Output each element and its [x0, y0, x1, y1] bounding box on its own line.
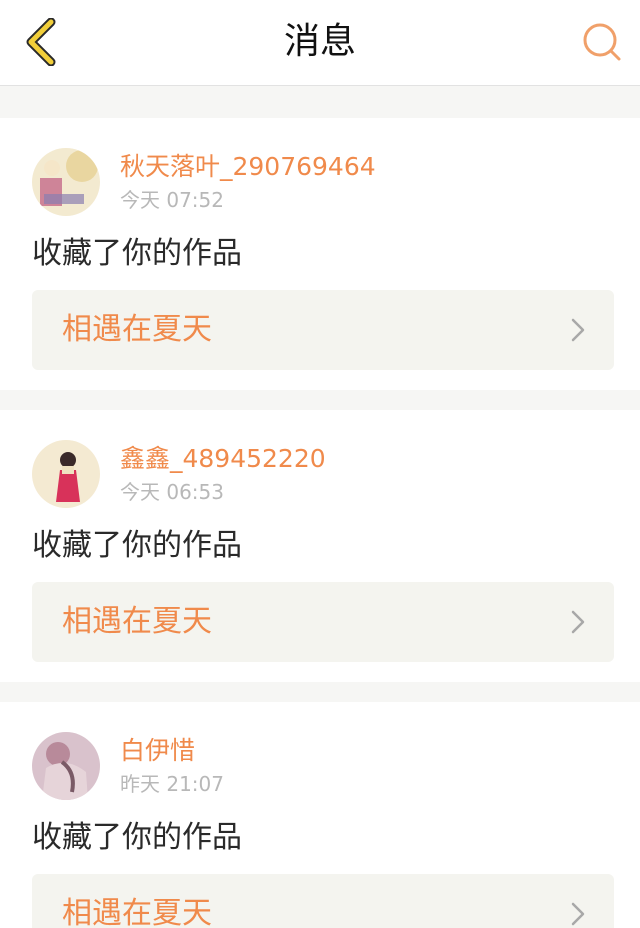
action-text: 收藏了你的作品 — [32, 528, 242, 563]
message-card: 秋天落叶_290769464 今天 07:52 收藏了你的作品 相遇在夏天 — [0, 118, 640, 390]
search-icon — [583, 23, 621, 61]
chevron-right-icon — [571, 610, 585, 634]
timestamp: 今天 06:53 — [120, 480, 224, 504]
user-name-link[interactable]: 白伊惜 — [120, 736, 195, 766]
action-text: 收藏了你的作品 — [32, 236, 242, 271]
user-name-link[interactable]: 秋天落叶_290769464 — [120, 152, 376, 182]
chevron-right-icon — [571, 902, 585, 926]
action-text: 收藏了你的作品 — [32, 820, 242, 855]
chevron-right-icon — [571, 318, 585, 342]
avatar[interactable] — [32, 148, 100, 216]
work-link[interactable]: 相遇在夏天 — [32, 290, 614, 370]
work-title: 相遇在夏天 — [62, 896, 212, 928]
nav-bar: 消息 — [0, 0, 640, 86]
work-link[interactable]: 相遇在夏天 — [32, 874, 614, 928]
back-arrow-icon — [26, 18, 56, 66]
app-screen: 消息 秋天落叶_290769464 今天 07:52 收藏了你的作品 相遇在夏天… — [0, 0, 640, 928]
avatar-image — [32, 440, 100, 508]
avatar[interactable] — [32, 732, 100, 800]
work-title: 相遇在夏天 — [62, 604, 212, 639]
avatar[interactable] — [32, 440, 100, 508]
message-card: 白伊惜 昨天 21:07 收藏了你的作品 相遇在夏天 — [0, 702, 640, 928]
card-divider — [0, 682, 640, 702]
work-link[interactable]: 相遇在夏天 — [32, 582, 614, 662]
message-list: 秋天落叶_290769464 今天 07:52 收藏了你的作品 相遇在夏天 鑫鑫… — [0, 86, 640, 928]
page-title-text: 消息 — [283, 21, 356, 62]
timestamp: 今天 07:52 — [120, 188, 224, 212]
list-top-spacer — [0, 86, 640, 118]
avatar-image — [32, 148, 100, 216]
page-title: 消息 — [0, 18, 640, 66]
avatar-image — [32, 732, 100, 800]
card-divider — [0, 390, 640, 410]
back-button[interactable] — [16, 14, 66, 70]
user-name-link[interactable]: 鑫鑫_489452220 — [120, 444, 326, 474]
work-title: 相遇在夏天 — [62, 312, 212, 347]
search-button[interactable] — [576, 16, 628, 68]
timestamp: 昨天 21:07 — [120, 772, 224, 796]
message-card: 鑫鑫_489452220 今天 06:53 收藏了你的作品 相遇在夏天 — [0, 410, 640, 682]
